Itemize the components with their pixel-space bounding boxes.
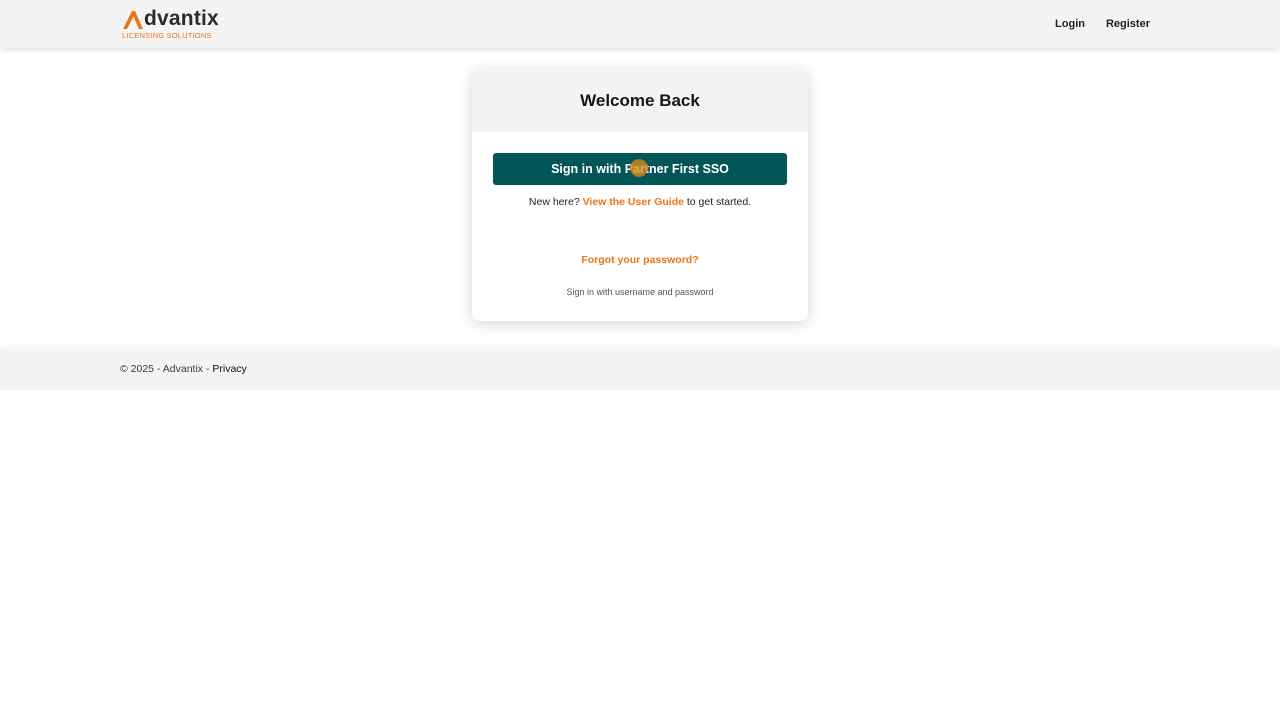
forgot-password-row: Forgot your password?: [472, 254, 808, 266]
advantix-logo-mark-icon: [123, 11, 143, 29]
brand-tagline: LICENSING SOLUTIONS: [122, 31, 212, 40]
new-here-text: New here? View the User Guide to get sta…: [472, 196, 808, 208]
footer-text: © 2025 - Advantix - Privacy: [120, 363, 247, 375]
card-header: Welcome Back: [472, 69, 808, 132]
login-card: Welcome Back Sign in with Partner First …: [472, 69, 808, 321]
sso-signin-button[interactable]: Sign in with Partner First SSO: [493, 153, 787, 185]
username-password-signin-link[interactable]: Sign in with username and password: [472, 287, 808, 297]
page-footer: © 2025 - Advantix - Privacy: [0, 350, 1280, 390]
nav-links: Login Register: [1055, 0, 1150, 48]
page-title: Welcome Back: [580, 90, 700, 110]
privacy-link[interactable]: Privacy: [212, 363, 246, 375]
copyright-text: © 2025 - Advantix -: [120, 363, 210, 375]
new-here-prefix: New here?: [528, 196, 580, 208]
brand-logo[interactable]: dvantix LICENSING SOLUTIONS: [122, 7, 222, 41]
top-navbar: dvantix LICENSING SOLUTIONS Login Regist…: [0, 0, 1280, 48]
nav-login-link[interactable]: Login: [1055, 18, 1085, 30]
new-here-suffix: to get started.: [686, 196, 752, 208]
nav-register-link[interactable]: Register: [1106, 18, 1150, 30]
forgot-password-link[interactable]: Forgot your password?: [581, 254, 698, 266]
user-guide-link[interactable]: View the User Guide: [583, 196, 684, 208]
brand-name: dvantix: [144, 7, 219, 30]
